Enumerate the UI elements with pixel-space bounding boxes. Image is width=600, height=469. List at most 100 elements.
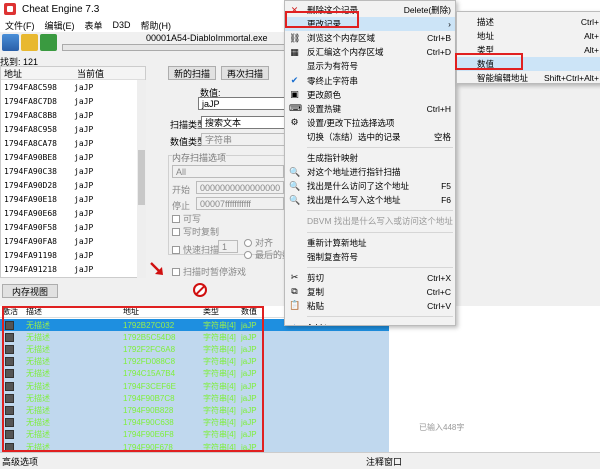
list-item[interactable]: 1794FA8C8B8 jaJP xyxy=(1,108,145,122)
list-item[interactable]: 1794FA90BE8 jaJP xyxy=(1,150,145,164)
menu-item-label: 反汇编这个内存区域 xyxy=(307,47,384,58)
submenu-item-4[interactable]: 智能编辑地址 Shift+Ctrl+Alt+ xyxy=(457,71,600,85)
checkbox-icon xyxy=(172,245,180,254)
menu-item-label: 更改颜色 xyxy=(307,89,342,100)
pause-game-label: 扫描时暂停游戏 xyxy=(183,267,247,277)
list-item[interactable]: 1794FA8C598 jaJP xyxy=(1,80,145,94)
menu-item-5[interactable]: ✔ 零终止字符串 xyxy=(285,74,455,88)
clear-list-icon[interactable] xyxy=(193,283,207,297)
column-address[interactable]: 地址 xyxy=(1,67,74,79)
start-address-input[interactable]: 0000000000000000 xyxy=(196,181,284,194)
paste-icon: 📋 xyxy=(289,300,301,311)
list-item[interactable]: 1794FA91198 jaJP xyxy=(1,248,145,262)
list-item-value: jaJP xyxy=(74,222,94,232)
fast-scan-checkbox[interactable]: 快速扫描 xyxy=(172,243,219,256)
list-item[interactable]: 1794FA8C958 jaJP xyxy=(1,122,145,136)
menu-item-16[interactable]: DBVM 找出是什么写入或访问这个地址 xyxy=(285,214,455,228)
menu-item-shortcut: 空格 xyxy=(433,131,451,142)
menu-0[interactable]: 文件(F) xyxy=(0,19,40,32)
scrollbar-thumb[interactable] xyxy=(138,150,145,205)
cheat-engine-window: Cheat Engine 7.3 文件(F) 编辑(E) 表单 D3D 帮助(H) 00… xyxy=(0,0,600,469)
submenu-item-shortcut: Alt+ xyxy=(584,45,599,55)
list-item[interactable]: 1794FA90E68 jaJP xyxy=(1,206,145,220)
menu-item-11[interactable]: 生成指针映射 xyxy=(285,151,455,165)
blank-right-panel: 已输入448字 xyxy=(389,306,600,452)
menu-3[interactable]: D3D xyxy=(108,20,136,30)
menu-item-label: 显示为有符号 xyxy=(307,61,359,72)
advanced-options[interactable]: 高级选项 xyxy=(2,455,38,468)
change-record-submenu: 描述 Ctrl+ 地址 Alt+ 类型 Alt+ 数值 智能编辑地址 Shift+Ctrl+Al… xyxy=(456,11,600,84)
writable-checkbox[interactable]: 可写 xyxy=(172,212,201,225)
list-item[interactable]: 1794FA8C7D8 jaJP xyxy=(1,94,145,108)
list-item[interactable]: 1794FA90FA8 jaJP xyxy=(1,234,145,248)
memory-scan-options-label: 内存扫描选项 xyxy=(172,151,227,164)
list-item[interactable]: 1794FA90D28 jaJP xyxy=(1,178,145,192)
list-item[interactable]: 1794FA91218 jaJP xyxy=(1,262,145,276)
side-note: 已输入448字 xyxy=(419,423,465,432)
menu-item-6[interactable]: ▣ 更改颜色 xyxy=(285,88,455,102)
menu-item-9[interactable]: 切换（冻结）选中的记录 空格 xyxy=(285,130,455,144)
menu-item-2[interactable]: ⛓ 浏览这个内存区域 Ctrl+B xyxy=(285,31,455,45)
menu-item-19[interactable]: 强制复查符号 xyxy=(285,250,455,264)
scan-type-select[interactable]: 搜索文本 xyxy=(201,116,288,129)
comments-window[interactable]: 注释窗口 xyxy=(366,455,402,468)
menu-separator xyxy=(307,316,453,317)
menu-item-label: 设置/更改下拉选择选项 xyxy=(307,117,395,128)
menu-item-label: 零终止字符串 xyxy=(307,75,359,86)
menu-item-shortcut: F6 xyxy=(441,195,451,206)
menu-item-4[interactable]: 显示为有符号 xyxy=(285,59,455,73)
menu-item-shortcut: Ctrl+V xyxy=(427,300,451,311)
find-write-icon: 🔍 xyxy=(289,194,301,205)
menu-item-label: 生成指针映射 xyxy=(307,153,359,163)
menu-1[interactable]: 编辑(E) xyxy=(40,19,80,32)
menu-item-8[interactable]: ⚙ 设置/更改下拉选择选项 xyxy=(285,116,455,130)
menu-item-22[interactable]: ⧉ 复制 Ctrl+C xyxy=(285,285,455,299)
menu-item-3[interactable]: ▦ 反汇编这个内存区域 Ctrl+D xyxy=(285,45,455,59)
memory-region-select[interactable]: All xyxy=(172,165,284,178)
menu-2[interactable]: 表单 xyxy=(80,19,108,32)
scan-results-scrollbar[interactable] xyxy=(137,80,146,278)
menu-item-14[interactable]: 🔍 找出是什么写入这个地址 F6 xyxy=(285,193,455,207)
menu-item-12[interactable]: 🔍 对这个地址进行指针扫描 xyxy=(285,165,455,179)
column-current-value[interactable]: 当前值 xyxy=(74,67,104,79)
list-item[interactable]: 1794FA8CA78 jaJP xyxy=(1,136,145,150)
pointermap-icon xyxy=(289,153,300,164)
list-item[interactable]: 1794FA90E18 jaJP xyxy=(1,192,145,206)
memory-view-button[interactable]: 内存视图 xyxy=(2,284,58,298)
open-process-icon[interactable] xyxy=(2,33,19,51)
signed-icon xyxy=(289,61,300,72)
menu-item-23[interactable]: 📋 粘贴 Ctrl+V xyxy=(285,299,455,313)
menu-item-21[interactable]: ✂ 剪切 Ctrl+X xyxy=(285,271,455,285)
pause-game-checkbox[interactable]: 扫描时暂停游戏 xyxy=(172,265,246,278)
menu-item-25[interactable]: + Add to new group xyxy=(285,320,455,326)
value-input[interactable]: jaJP xyxy=(198,97,288,110)
menu-item-label: 复制 xyxy=(307,286,325,297)
next-scan-button[interactable]: 再次扫描 xyxy=(221,66,269,80)
menu-item-label: 切换（冻结）选中的记录 xyxy=(307,131,401,142)
new-scan-button[interactable]: 新的扫描 xyxy=(168,66,216,80)
dbvm-icon xyxy=(289,216,300,227)
menu-item-18[interactable]: 重新计算新地址 xyxy=(285,236,455,250)
cut-icon: ✂ xyxy=(290,272,299,283)
value-type-select[interactable]: 字符串 xyxy=(201,133,288,146)
copy-on-write-checkbox[interactable]: 写时复制 xyxy=(172,225,219,238)
list-item-address: 1794FA90E18 xyxy=(4,194,57,204)
save-icon[interactable] xyxy=(40,33,57,51)
list-item[interactable]: 1794FA91298jaJP xyxy=(1,276,145,277)
list-item[interactable]: 1794FA90F58 jaJP xyxy=(1,220,145,234)
submenu-item-shortcut: Shift+Ctrl+Alt+ xyxy=(543,73,599,83)
stop-address-input[interactable]: 00007fffffffffff xyxy=(196,197,284,210)
fast-scan-value-input[interactable]: 1 xyxy=(218,240,238,253)
add-to-list-arrow-icon[interactable] xyxy=(150,262,164,276)
menu-item-13[interactable]: 🔍 找出是什么访问了这个地址 F5 xyxy=(285,179,455,193)
scan-results-list[interactable]: 地址 当前值 1794FA8C598 jaJP 1794FA8C7D8 jaJP 179… xyxy=(0,66,146,278)
list-item[interactable]: 1794FA90C38 jaJP xyxy=(1,164,145,178)
submenu-item-0[interactable]: 描述 Ctrl+ xyxy=(457,15,600,29)
highlight-box-change-record xyxy=(285,11,359,28)
menu-item-label: 粘贴 xyxy=(307,300,325,311)
submenu-item-1[interactable]: 地址 Alt+ xyxy=(457,29,600,43)
menu-4[interactable]: 帮助(H) xyxy=(136,19,177,32)
menu-item-7[interactable]: ⌨ 设置热键 Ctrl+H xyxy=(285,102,455,116)
open-file-icon[interactable] xyxy=(21,33,38,51)
stop-label: 停止 xyxy=(172,201,191,211)
